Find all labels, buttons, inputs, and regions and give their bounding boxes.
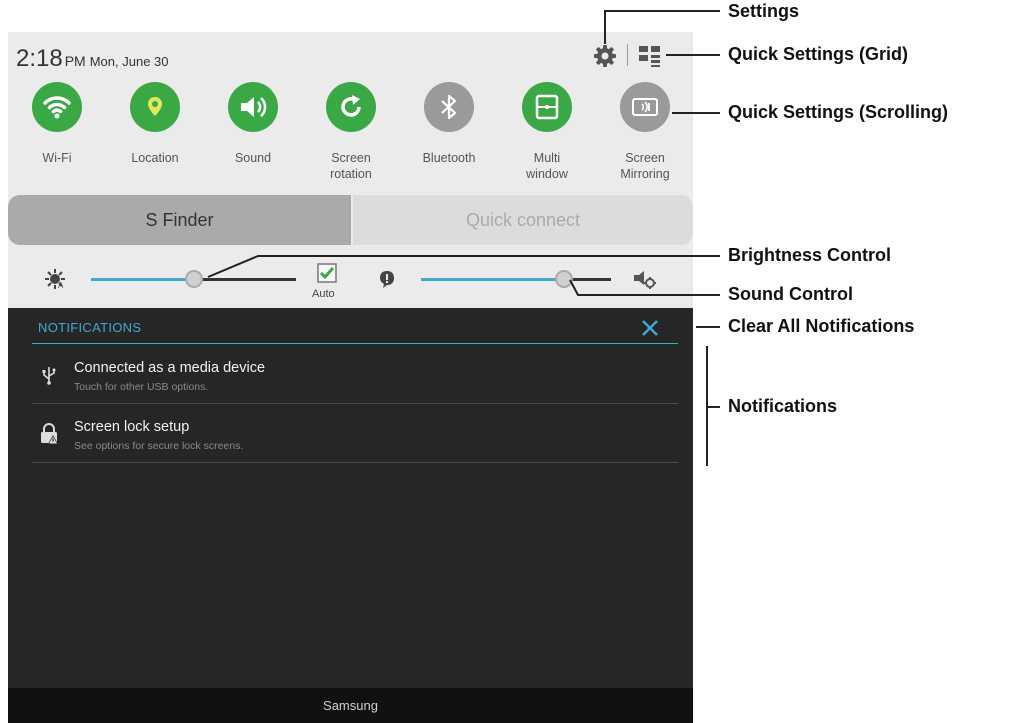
sound-control-callout: Sound Control: [728, 284, 853, 304]
notifications-callout-line: [706, 406, 720, 408]
notifications-callout: Notifications: [728, 396, 838, 416]
clear-all-callout: Clear All Notifications: [728, 316, 915, 336]
clear-all-callout-line: [696, 326, 720, 328]
brightness-control-callout: Brightness Control: [728, 245, 892, 265]
slider-callout-lines: [207, 255, 720, 296]
